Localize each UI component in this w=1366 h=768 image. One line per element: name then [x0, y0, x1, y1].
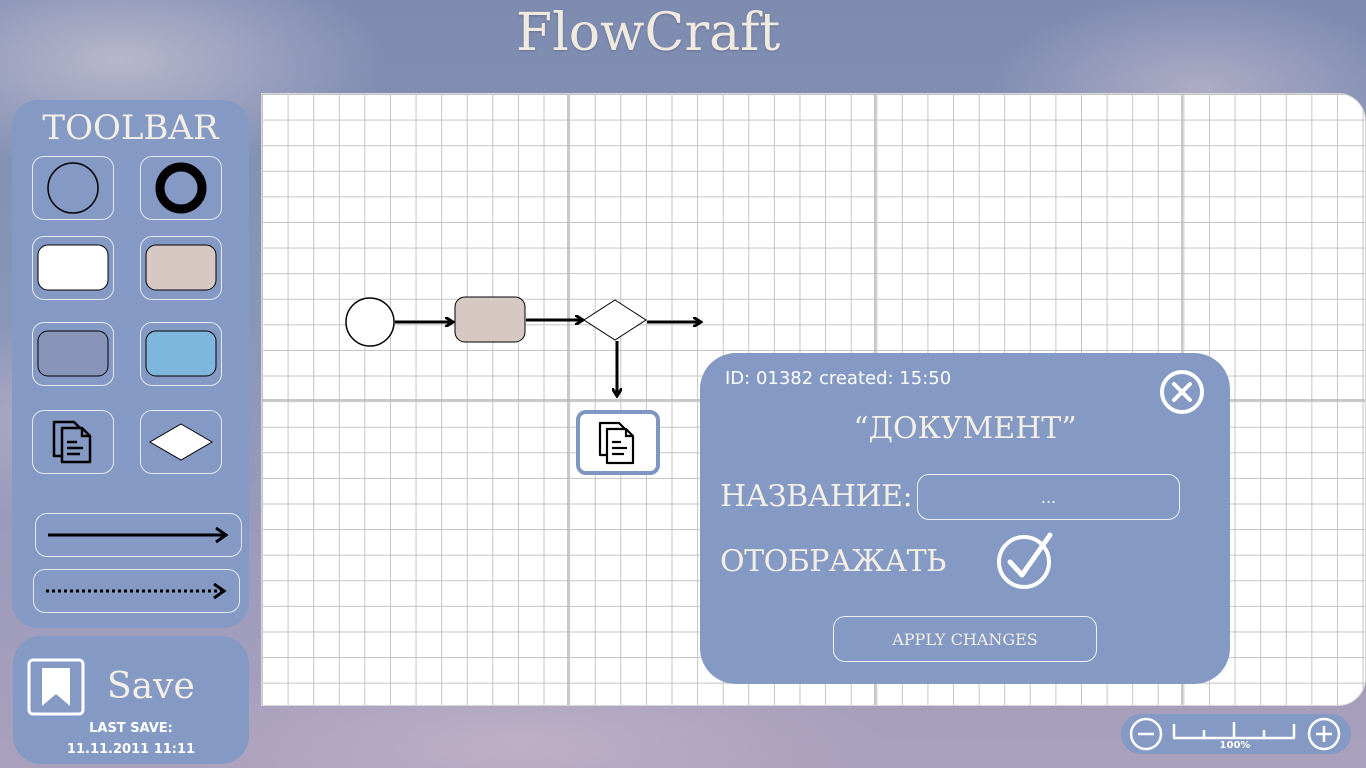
toolbar-panel: TOOLBAR [12, 100, 249, 628]
display-checkbox[interactable] [996, 530, 1056, 590]
end-event-icon [155, 162, 207, 214]
white-task-icon [37, 244, 109, 291]
bookmark-icon [27, 658, 85, 716]
last-save-label: LAST SAVE: [89, 721, 173, 736]
zoom-control: 100% [1121, 714, 1351, 754]
last-save-timestamp: 11.11.2011 11:11 [66, 742, 196, 757]
gateway-tool[interactable] [140, 410, 222, 474]
zoom-level: 100% [1219, 740, 1251, 751]
zoom-slider[interactable] [1171, 718, 1299, 742]
slate-task-icon [37, 330, 109, 377]
checkmark-icon [997, 532, 1053, 589]
solid-arrow-tool[interactable] [35, 513, 242, 557]
dotted-arrow-tool[interactable] [33, 569, 240, 613]
save-label: Save [107, 666, 195, 707]
slate-task-tool[interactable] [32, 322, 114, 386]
start-event-tool[interactable] [32, 156, 114, 220]
element-meta: ID: 01382 created: 15:50 [725, 368, 952, 389]
apply-changes-button[interactable]: APPLY CHANGES [833, 616, 1097, 662]
flow-document-selected[interactable] [576, 410, 660, 475]
blue-task-tool[interactable] [140, 322, 222, 386]
app-title: FlowCraft [516, 3, 781, 63]
name-input[interactable] [917, 474, 1180, 520]
beige-task-icon [145, 244, 217, 291]
blue-task-icon [145, 330, 217, 377]
save-panel: Save LAST SAVE: 11.11.2011 11:11 [13, 636, 249, 764]
dotted-arrow-icon [45, 582, 227, 600]
flow-task[interactable] [454, 296, 526, 343]
display-label: ОТОБРАЖАТЬ [720, 544, 946, 579]
solid-arrow-icon [47, 526, 229, 544]
white-task-tool[interactable] [32, 236, 114, 300]
flow-gateway[interactable] [583, 299, 647, 341]
name-label: НАЗВАНИЕ: [720, 479, 913, 514]
document-tool[interactable] [32, 410, 114, 474]
document-icon [52, 420, 92, 464]
zoom-out-icon [1129, 717, 1163, 751]
properties-dialog: ID: 01382 created: 15:50 “ДОКУМЕНТ” НАЗВ… [700, 353, 1230, 684]
zoom-scale-icon [1172, 722, 1296, 740]
zoom-out-button[interactable] [1129, 717, 1163, 751]
dialog-title: “ДОКУМЕНТ” [853, 411, 1077, 446]
save-button[interactable]: Save [27, 657, 195, 717]
gateway-diamond-icon [149, 423, 213, 461]
end-event-tool[interactable] [140, 156, 222, 220]
flow-start-event[interactable] [345, 297, 395, 347]
start-event-icon [47, 162, 99, 214]
toolbar-title: TOOLBAR [42, 108, 219, 148]
beige-task-tool[interactable] [140, 236, 222, 300]
zoom-in-button[interactable] [1307, 717, 1341, 751]
zoom-in-icon [1307, 717, 1341, 751]
